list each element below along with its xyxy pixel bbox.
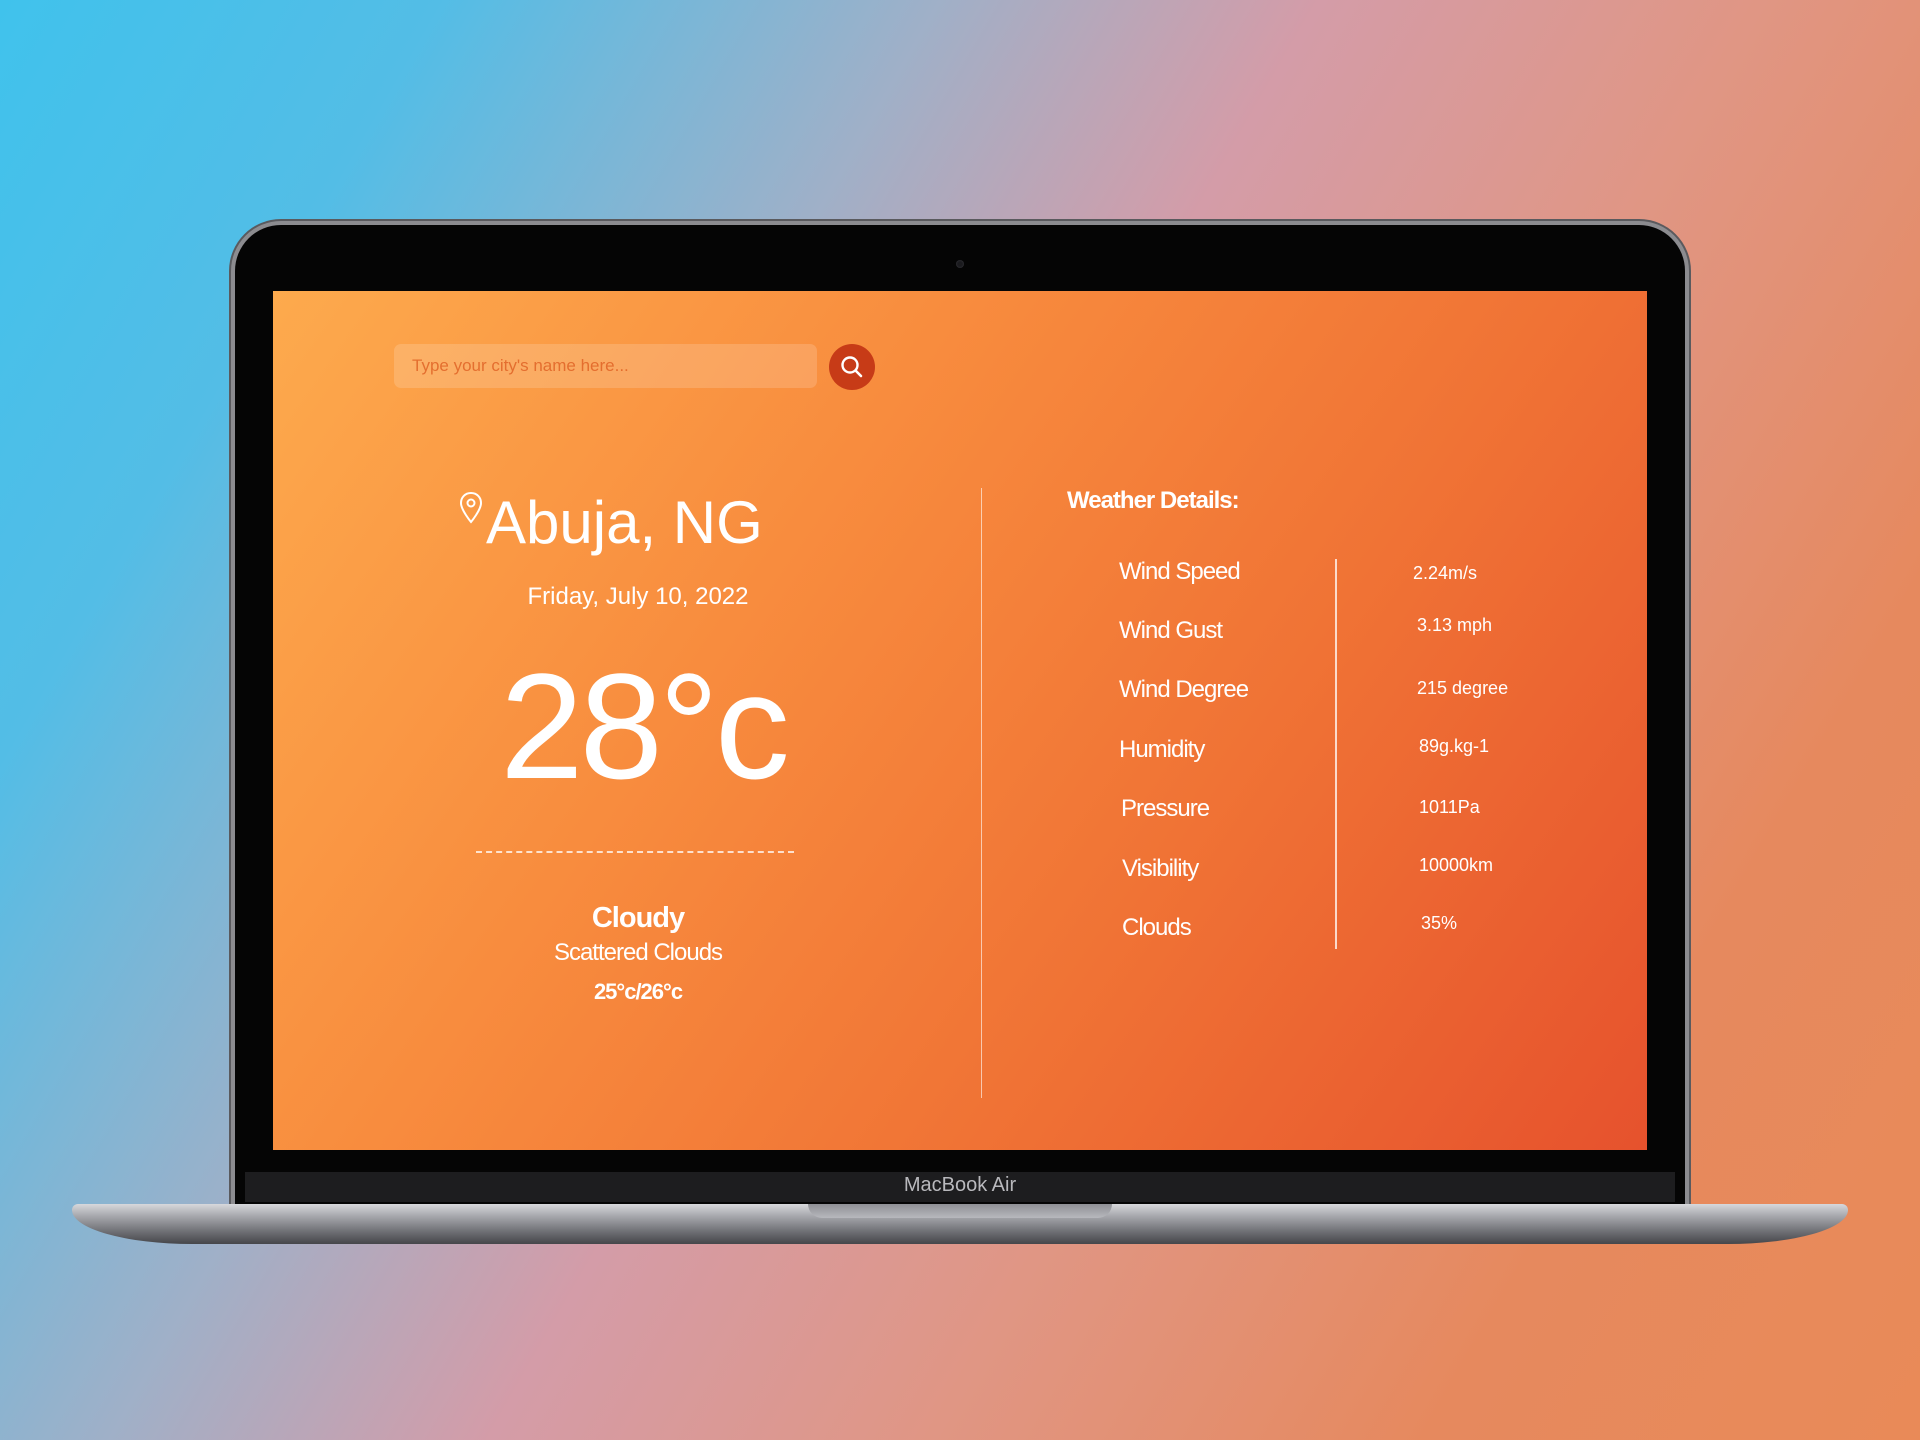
detail-value-visibility: 10000km (1419, 855, 1494, 875)
detail-value-wind-degree: 215 degree (1417, 678, 1509, 698)
camera-icon (956, 260, 964, 268)
detail-value-wind-gust: 3.13 mph (1417, 615, 1493, 635)
location-pin-icon (459, 491, 483, 524)
detail-label-visibility: Visibility (1122, 855, 1199, 882)
weather-condition: Cloudy (591, 902, 685, 934)
detail-label-wind-speed: Wind Speed (1119, 558, 1241, 585)
current-temperature: 28°c (500, 642, 790, 810)
detail-label-clouds: Clouds (1122, 914, 1192, 941)
dashed-divider (476, 851, 794, 853)
detail-label-wind-gust: Wind Gust (1119, 617, 1223, 644)
weather-app-screen: Abuja, NG Friday, July 10, 2022 28°c Clo… (273, 291, 1647, 1150)
search-icon (841, 356, 863, 378)
details-title: Weather Details: (1067, 487, 1240, 514)
detail-value-clouds: 35% (1421, 913, 1458, 933)
device-brand-label: MacBook Air (903, 1174, 1017, 1196)
search-input[interactable] (394, 344, 817, 388)
detail-value-wind-speed: 2.24m/s (1413, 563, 1478, 583)
search-button[interactable] (829, 344, 875, 390)
weather-description: Scattered Clouds (553, 939, 723, 966)
section-divider (981, 488, 982, 1098)
location-heading: Abuja, NG (458, 487, 763, 559)
laptop-hinge-notch (808, 1204, 1112, 1218)
search-bar (394, 344, 817, 388)
temperature-range: 25°c/26°c (593, 979, 683, 1004)
detail-label-humidity: Humidity (1119, 736, 1205, 763)
detail-value-humidity: 89g.kg-1 (1419, 736, 1490, 756)
detail-value-pressure: 1011Pa (1419, 797, 1480, 817)
current-date: Friday, July 10, 2022 (527, 583, 749, 610)
details-column-divider (1335, 559, 1337, 949)
detail-label-pressure: Pressure (1121, 795, 1210, 822)
detail-label-wind-degree: Wind Degree (1119, 676, 1249, 703)
city-name: Abuja, NG (486, 489, 763, 556)
